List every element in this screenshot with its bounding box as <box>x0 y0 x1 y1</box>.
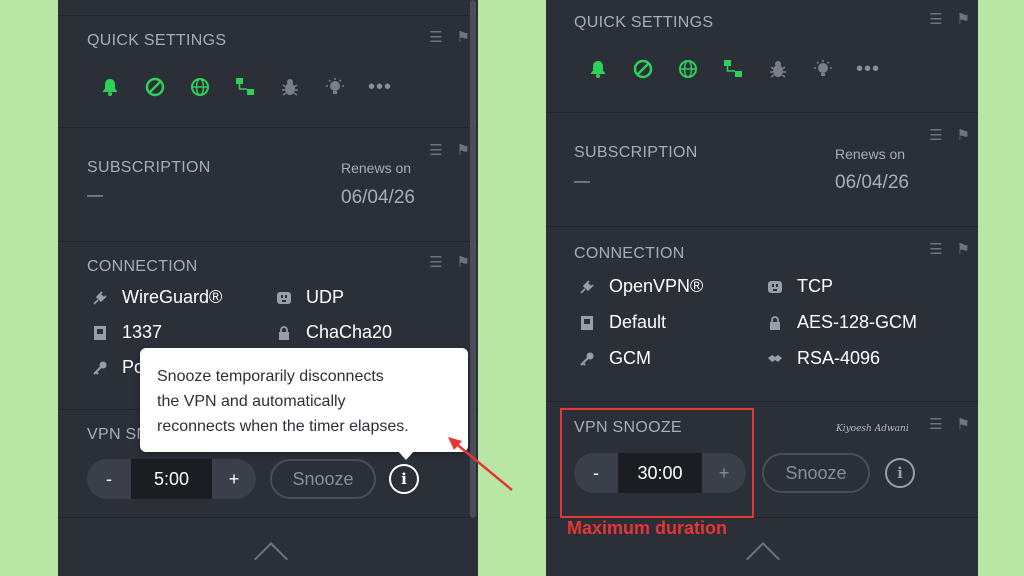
collapse-chevron-icon[interactable] <box>254 542 288 576</box>
annotation-arrow-icon <box>448 437 513 491</box>
section-tools: ☰ ⚑ <box>929 417 970 432</box>
snooze-duration-stepper: - 5:00 + <box>87 459 256 499</box>
bookmark-icon[interactable]: ⚑ <box>457 30 470 45</box>
quick-settings-title: QUICK SETTINGS <box>87 32 227 49</box>
network-icon[interactable] <box>234 76 256 98</box>
info-icon[interactable]: i <box>389 464 419 494</box>
snooze-highlight-box <box>560 408 754 518</box>
list-icon[interactable]: ☰ <box>929 12 942 27</box>
list-icon[interactable]: ☰ <box>929 417 942 432</box>
connection-protocol: WireGuard® <box>90 287 222 308</box>
bookmark-icon[interactable]: ⚑ <box>457 143 470 158</box>
bug-icon[interactable] <box>279 76 301 98</box>
subscription-section: SUBSCRIPTION ☰ ⚑ — Renews on 06/04/26 <box>546 113 978 227</box>
connection-handshake: RSA-4096 <box>765 348 880 369</box>
connection-transport: TCP <box>765 276 833 297</box>
lock-icon <box>765 313 785 333</box>
connection-transport: UDP <box>274 287 344 308</box>
lightbulb-icon[interactable] <box>324 76 346 98</box>
globe-icon[interactable] <box>677 58 699 80</box>
increment-button[interactable]: + <box>212 469 256 490</box>
connection-section: CONNECTION ☰ ⚑ OpenVPN® TCP Default AES-… <box>546 227 978 402</box>
tooltip-tail <box>397 450 415 460</box>
network-icon[interactable] <box>722 58 744 80</box>
bookmark-icon[interactable]: ⚑ <box>457 255 470 270</box>
section-tools: ☰ ⚑ <box>429 255 470 270</box>
more-icon[interactable]: ••• <box>368 76 391 98</box>
list-icon[interactable]: ☰ <box>929 128 942 143</box>
key-icon <box>577 349 597 369</box>
bell-icon[interactable] <box>587 58 609 80</box>
subscription-value: — <box>574 173 590 190</box>
subscription-title: SUBSCRIPTION <box>574 144 698 161</box>
subscription-value: — <box>87 187 103 204</box>
connection-port: 1337 <box>90 322 162 343</box>
decrement-button[interactable]: - <box>87 469 131 490</box>
section-tools: ☰ ⚑ <box>929 12 970 27</box>
connection-port: Default <box>577 312 666 333</box>
section-tools: ☰ ⚑ <box>929 128 970 143</box>
snooze-info-tooltip: Snooze temporarily disconnects the VPN a… <box>140 348 468 452</box>
bookmark-icon[interactable]: ⚑ <box>957 12 970 27</box>
bookmark-icon[interactable]: ⚑ <box>957 417 970 432</box>
list-icon[interactable]: ☰ <box>429 143 442 158</box>
author-signature: Kiyoesh Adwani <box>836 424 909 434</box>
quick-settings-title: QUICK SETTINGS <box>574 14 714 31</box>
network-port-icon <box>577 313 597 333</box>
maximum-duration-label: Maximum duration <box>567 518 728 538</box>
section-tools: ☰ ⚑ <box>429 143 470 158</box>
connection-protocol: OpenVPN® <box>577 276 703 297</box>
section-tools: ☰ ⚑ <box>429 30 470 45</box>
bug-icon[interactable] <box>767 58 789 80</box>
lock-icon <box>274 323 294 343</box>
snooze-button[interactable]: Snooze <box>762 453 870 493</box>
plug-icon <box>90 288 110 308</box>
renews-label: Renews on <box>835 146 906 162</box>
connection-title: CONNECTION <box>574 245 685 262</box>
more-icon[interactable]: ••• <box>856 58 879 80</box>
globe-icon[interactable] <box>189 76 211 98</box>
list-icon[interactable]: ☰ <box>929 242 942 257</box>
connection-cipher: AES-128-GCM <box>765 312 917 333</box>
snooze-button[interactable]: Snooze <box>270 459 376 499</box>
renews-date: 06/04/26 <box>341 187 415 208</box>
renews-date: 06/04/26 <box>835 172 909 193</box>
block-icon[interactable] <box>632 58 654 80</box>
quick-settings-section: QUICK SETTINGS ☰ ⚑ ••• <box>58 0 478 128</box>
info-icon[interactable]: i <box>885 458 915 488</box>
list-icon[interactable]: ☰ <box>429 255 442 270</box>
connection-auth: Po <box>90 357 144 378</box>
snooze-duration-value[interactable]: 5:00 <box>131 459 212 499</box>
connection-auth: GCM <box>577 348 651 369</box>
list-icon[interactable]: ☰ <box>429 30 442 45</box>
handshake-icon <box>765 349 785 369</box>
quick-settings-icons: ••• <box>99 76 414 98</box>
lightbulb-icon[interactable] <box>812 58 834 80</box>
tooltip-line: the VPN and automatically <box>157 393 346 410</box>
bell-icon[interactable] <box>99 76 121 98</box>
bookmark-icon[interactable]: ⚑ <box>957 242 970 257</box>
subscription-title: SUBSCRIPTION <box>87 159 211 176</box>
quick-settings-icons: ••• <box>587 58 902 80</box>
vpn-panel-left: QUICK SETTINGS ☰ ⚑ ••• SUBSCRIPTION ☰ ⚑ … <box>58 0 478 576</box>
section-tools: ☰ ⚑ <box>929 242 970 257</box>
port-icon <box>765 277 785 297</box>
renews-label: Renews on <box>341 160 412 176</box>
tooltip-line: Snooze temporarily disconnects <box>157 368 384 385</box>
connection-title: CONNECTION <box>87 258 198 275</box>
tooltip-line: reconnects when the timer elapses. <box>157 418 409 435</box>
bookmark-icon[interactable]: ⚑ <box>957 128 970 143</box>
quick-settings-section: QUICK SETTINGS ☰ ⚑ ••• <box>546 0 978 113</box>
collapse-chevron-icon[interactable] <box>746 542 780 576</box>
block-icon[interactable] <box>144 76 166 98</box>
connection-cipher: ChaCha20 <box>274 322 392 343</box>
key-icon <box>90 358 110 378</box>
network-port-icon <box>90 323 110 343</box>
port-icon <box>274 288 294 308</box>
subscription-section: SUBSCRIPTION ☰ ⚑ — Renews on 06/04/26 <box>58 128 478 242</box>
plug-icon <box>577 277 597 297</box>
